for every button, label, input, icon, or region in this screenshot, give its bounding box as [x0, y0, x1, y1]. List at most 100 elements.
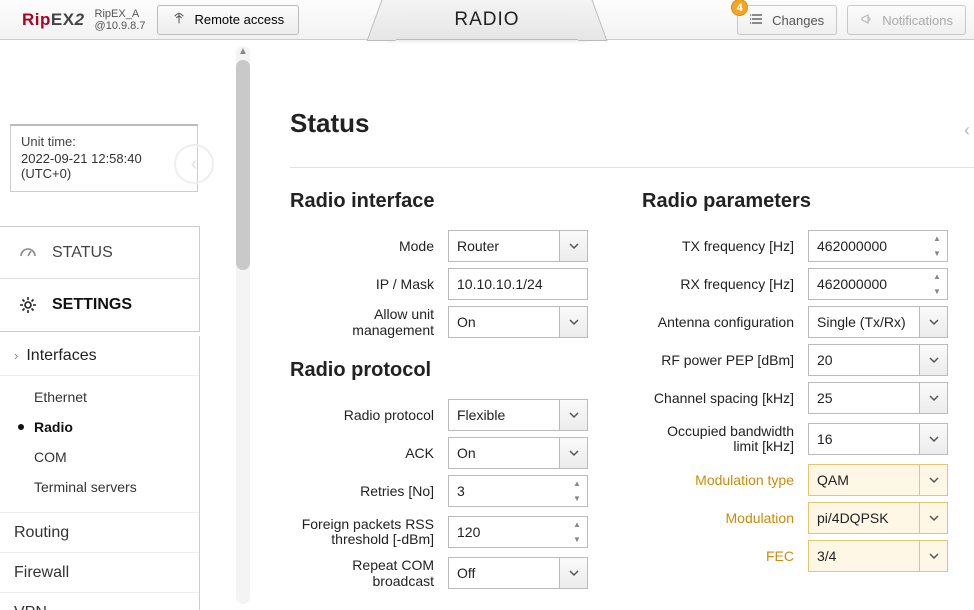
scroll-up-icon[interactable]: ▲: [236, 44, 250, 58]
changes-count-badge: 4: [731, 0, 748, 16]
mode-dropdown-button[interactable]: [560, 230, 588, 262]
unit-time-label: Unit time:: [21, 134, 187, 149]
rx-stepper[interactable]: 462000000 ▲▼: [808, 268, 948, 300]
subnav-interfaces-label: Interfaces: [26, 347, 96, 365]
chevron-down-icon: [929, 352, 939, 368]
subnav-routing[interactable]: Routing: [0, 512, 199, 552]
step-down-icon[interactable]: ▼: [567, 532, 587, 547]
step-down-icon[interactable]: ▼: [567, 491, 587, 506]
protocol-select[interactable]: Flexible: [448, 399, 560, 431]
aum-dropdown-button[interactable]: [560, 306, 588, 338]
step-up-icon[interactable]: ▲: [567, 476, 587, 491]
expand-right-button[interactable]: ‹: [964, 120, 970, 141]
ack-value: On: [457, 445, 551, 461]
nav-settings[interactable]: SETTINGS: [0, 279, 199, 331]
chevron-down-icon: [569, 238, 579, 254]
ip-input[interactable]: [448, 268, 588, 300]
protocol-value: Flexible: [457, 407, 551, 423]
interfaces-list: Ethernet Radio COM Terminal servers: [0, 376, 199, 512]
ant-select[interactable]: Single (Tx/Rx): [808, 306, 920, 338]
retries-value: 3: [449, 483, 567, 499]
repeat-label: Repeat COM broadcast: [290, 557, 448, 589]
step-up-icon[interactable]: ▲: [567, 517, 587, 532]
protocol-dropdown-button[interactable]: [560, 399, 588, 431]
content-columns: Radio interface Mode Router IP / Mask Al…: [290, 190, 974, 592]
unit-info: RipEX_A @10.9.8.7: [95, 8, 146, 32]
chevron-down-icon: [929, 390, 939, 406]
cs-value: 25: [817, 390, 911, 406]
field-channel-spacing: Channel spacing [kHz] 25: [642, 379, 974, 417]
col-radio-parameters: Radio parameters TX frequency [Hz] 46200…: [642, 190, 974, 592]
subitem-com[interactable]: COM: [0, 442, 199, 472]
leftcol-scrollbar[interactable]: ▲: [236, 46, 250, 604]
retries-label: Retries [No]: [290, 483, 448, 499]
unit-time-tz: (UTC+0): [21, 166, 187, 181]
chevron-down-icon: [569, 445, 579, 461]
repeat-select[interactable]: Off: [448, 557, 560, 589]
scroll-thumb[interactable]: [236, 60, 250, 270]
subitem-ethernet[interactable]: Ethernet: [0, 382, 199, 412]
cs-select[interactable]: 25: [808, 382, 920, 414]
radio-interface-heading: Radio interface: [290, 190, 622, 213]
field-antenna: Antenna configuration Single (Tx/Rx): [642, 303, 974, 341]
repeat-dropdown-button[interactable]: [560, 557, 588, 589]
step-down-icon[interactable]: ▼: [927, 284, 947, 299]
field-rx-frequency: RX frequency [Hz] 462000000 ▲▼: [642, 265, 974, 303]
subitem-radio-label: Radio: [34, 419, 73, 435]
modtype-dropdown-button[interactable]: [920, 464, 948, 496]
obw-label: Occupied bandwidth limit [kHz]: [642, 424, 808, 454]
obw-dropdown-button[interactable]: [920, 423, 948, 455]
step-down-icon[interactable]: ▼: [927, 246, 947, 261]
field-rf-power: RF power PEP [dBm] 20: [642, 341, 974, 379]
top-right-group: 4 Changes Notifications: [737, 5, 966, 35]
ack-select[interactable]: On: [448, 437, 560, 469]
chevron-down-icon: [569, 407, 579, 423]
back-button[interactable]: ‹: [174, 144, 214, 184]
field-allow-unit-management: Allow unit management On: [290, 303, 622, 341]
ant-dropdown-button[interactable]: [920, 306, 948, 338]
nav-status[interactable]: STATUS: [0, 227, 199, 279]
mode-select[interactable]: Router: [448, 230, 560, 262]
section-divider: [290, 167, 974, 168]
chevron-left-icon: ‹: [191, 153, 198, 176]
aum-select[interactable]: On: [448, 306, 560, 338]
mode-label: Mode: [290, 238, 448, 254]
cs-dropdown-button[interactable]: [920, 382, 948, 414]
fec-dropdown-button[interactable]: [920, 540, 948, 572]
field-modulation-type: Modulation type QAM: [642, 461, 974, 499]
step-up-icon[interactable]: ▲: [927, 269, 947, 284]
megaphone-icon: [860, 12, 874, 29]
notifications-button[interactable]: Notifications: [847, 5, 966, 35]
modtype-select[interactable]: QAM: [808, 464, 920, 496]
unit-time-value: 2022-09-21 12:58:40: [21, 151, 187, 166]
chevron-down-icon: [929, 431, 939, 447]
rf-dropdown-button[interactable]: [920, 344, 948, 376]
retries-stepper[interactable]: 3 ▲▼: [448, 475, 588, 507]
status-heading: Status: [290, 108, 974, 139]
rf-select[interactable]: 20: [808, 344, 920, 376]
mod-select[interactable]: pi/4DQPSK: [808, 502, 920, 534]
ack-dropdown-button[interactable]: [560, 437, 588, 469]
subnav-firewall[interactable]: Firewall: [0, 552, 199, 592]
subnav-interfaces[interactable]: › Interfaces: [0, 336, 199, 376]
field-repeat-com: Repeat COM broadcast Off: [290, 554, 622, 592]
subitem-terminal-servers[interactable]: Terminal servers: [0, 472, 199, 502]
fec-select[interactable]: 3/4: [808, 540, 920, 572]
tx-stepper[interactable]: 462000000 ▲▼: [808, 230, 948, 262]
subitem-radio[interactable]: Radio: [0, 412, 199, 442]
fprss-label-2: threshold [-dBm]: [290, 532, 434, 547]
mod-dropdown-button[interactable]: [920, 502, 948, 534]
changes-button[interactable]: 4 Changes: [737, 5, 837, 35]
subitem-com-label: COM: [34, 449, 67, 465]
field-radio-protocol: Radio protocol Flexible: [290, 396, 622, 434]
antenna-icon: [172, 11, 186, 28]
top-bar: RipEX2 RipEX_A @10.9.8.7 Remote access R…: [0, 0, 974, 40]
radio-parameters-heading: Radio parameters: [642, 190, 974, 213]
step-up-icon[interactable]: ▲: [927, 231, 947, 246]
obw-select[interactable]: 16: [808, 423, 920, 455]
remote-access-button[interactable]: Remote access: [157, 5, 299, 35]
fprss-stepper[interactable]: 120 ▲▼: [448, 516, 588, 548]
unit-time-card: Unit time: 2022-09-21 12:58:40 (UTC+0): [10, 124, 198, 192]
aum-label: Allow unit management: [290, 306, 448, 338]
subnav-vpn[interactable]: VPN: [0, 592, 199, 610]
